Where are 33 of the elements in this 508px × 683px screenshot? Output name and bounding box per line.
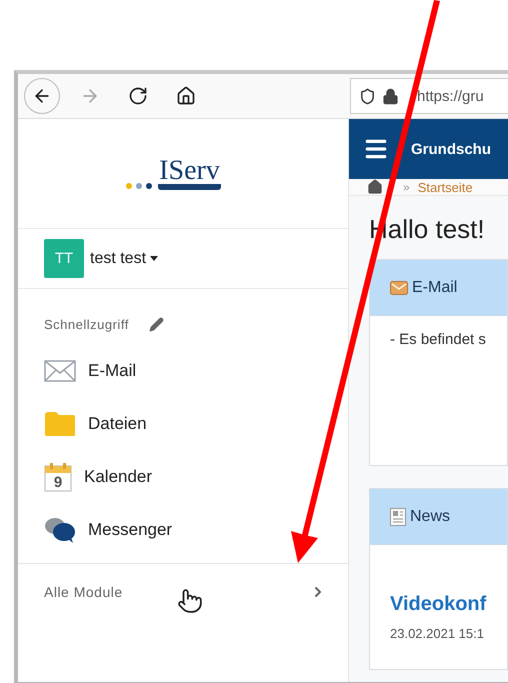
user-avatar: TT [44,239,84,278]
shield-icon [359,88,376,104]
panel-title: E-Mail [412,278,458,296]
breadcrumb-separator: » [403,180,410,194]
home-icon [176,86,196,106]
pencil-icon[interactable] [148,316,164,332]
hand-cursor-icon [177,588,203,614]
inbox-tray-icon [390,280,408,294]
home-icon[interactable] [367,179,383,195]
address-bar[interactable]: https://gru [350,78,508,114]
sidebar-item[interactable]: Dateien [18,397,348,450]
panel-title: News [410,508,450,526]
envelope-icon [44,358,76,382]
sidebar-item[interactable]: 9 Kalender [18,450,348,503]
all-modules-link[interactable]: Alle Module [18,564,348,600]
caret-icon [150,256,158,261]
iserv-logo: IServ [125,158,241,190]
reload-icon [128,86,148,106]
panel-text: - Es befindet s [389,330,487,348]
calendar-day: 9 [44,474,72,490]
url-text: https://gru [417,88,484,104]
news-headline-link[interactable]: Videokonf [370,545,507,616]
news-date: 23.02.2021 15:1 [389,625,485,641]
chat-bubbles-icon [44,516,76,542]
sidebar-item[interactable]: E-Mail [18,344,348,397]
newspaper-icon [390,508,406,526]
back-button[interactable] [24,78,60,114]
site-title: Grundschu [411,140,492,158]
sidebar-item[interactable]: Messenger [18,503,348,556]
section-label: Schnellzugriff [44,316,129,332]
user-menu[interactable]: test test [90,250,158,268]
folder-icon [44,410,76,436]
lock-icon [382,88,399,104]
